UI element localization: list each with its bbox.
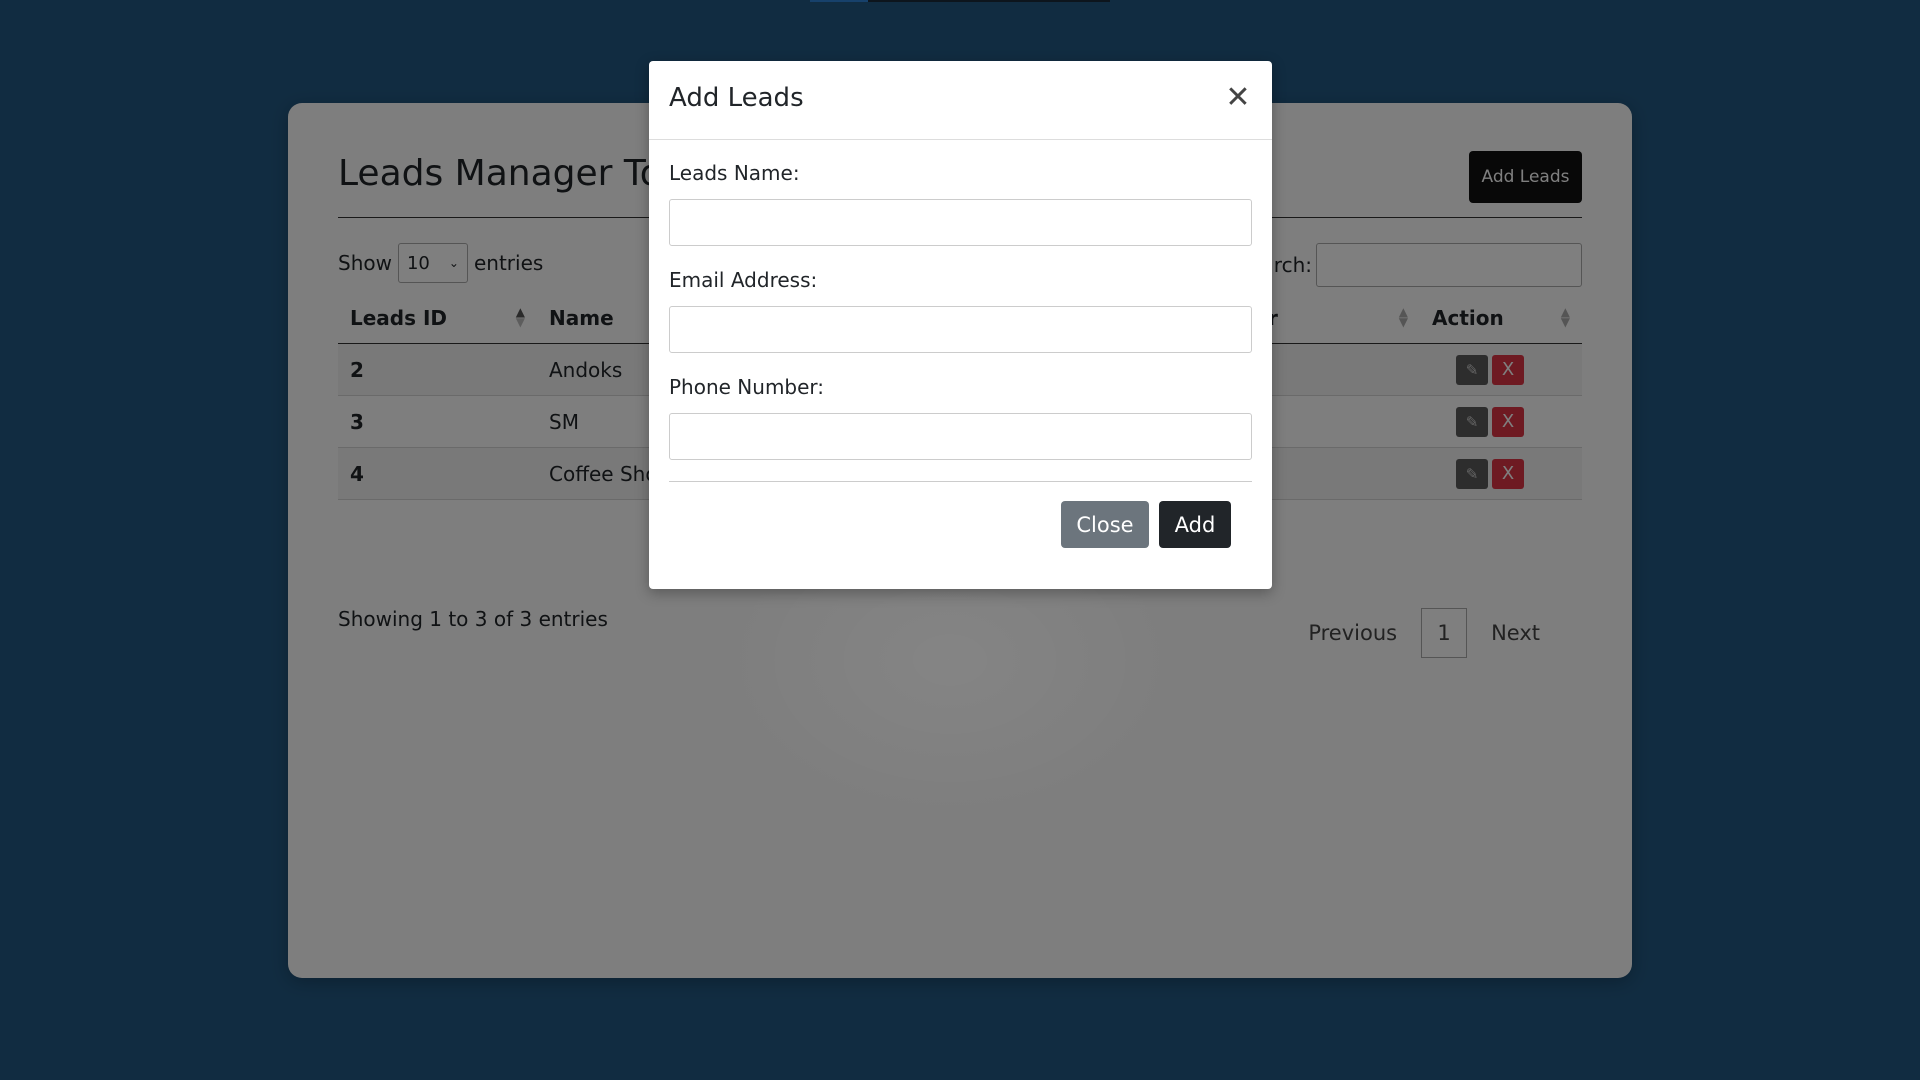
phone-input[interactable] — [669, 413, 1252, 460]
leads-name-label: Leads Name: — [669, 161, 800, 185]
close-icon[interactable]: ✕ — [1222, 83, 1254, 115]
leads-name-input[interactable] — [669, 199, 1252, 246]
modal-header: Add Leads ✕ — [649, 61, 1272, 140]
add-button[interactable]: Add — [1159, 501, 1231, 548]
email-label: Email Address: — [669, 268, 818, 292]
modal-title: Add Leads — [669, 83, 804, 113]
email-input[interactable] — [669, 306, 1252, 353]
modal-divider — [669, 481, 1252, 482]
phone-label: Phone Number: — [669, 375, 825, 399]
add-leads-modal: Add Leads ✕ Leads Name: Email Address: P… — [649, 61, 1272, 589]
close-button[interactable]: Close — [1061, 501, 1149, 548]
